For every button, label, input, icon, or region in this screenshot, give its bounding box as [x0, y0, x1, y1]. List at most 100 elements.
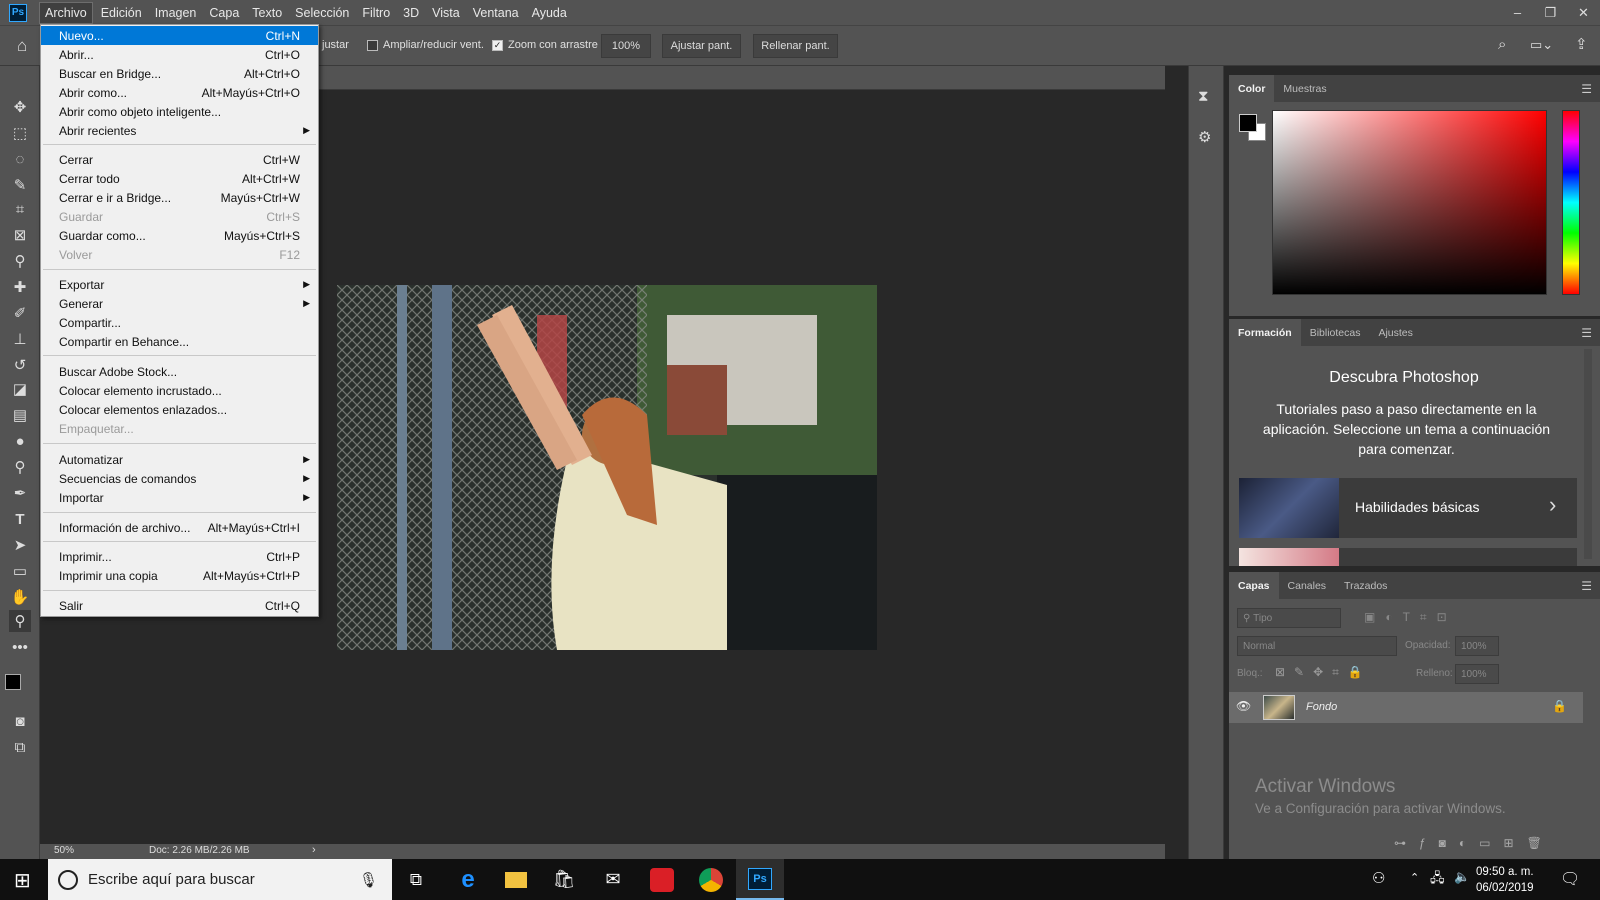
tab-ajustes[interactable]: Ajustes [1369, 319, 1421, 346]
menu-item-imprimir[interactable]: Imprimir... Ctrl+P [41, 547, 318, 566]
close-button[interactable]: ✕ [1567, 0, 1600, 25]
tutorial-card[interactable]: Habilidades básicas › [1239, 478, 1577, 538]
learn-scrollbar[interactable] [1584, 349, 1592, 559]
menu-item-cerrar-ir-bridge[interactable]: Cerrar e ir a Bridge... Mayús+Ctrl+W [41, 188, 318, 207]
tab-capas[interactable]: Capas [1229, 572, 1279, 599]
menu-ayuda[interactable]: Ayuda [527, 3, 572, 23]
chrome-icon[interactable] [687, 859, 735, 900]
menu-texto[interactable]: Texto [247, 3, 287, 23]
creative-cloud-icon[interactable] [638, 859, 686, 900]
menu-item-abrir-recientes[interactable]: Abrir recientes ▶ [41, 121, 318, 140]
gradient-tool-icon[interactable]: ▤ [9, 404, 31, 426]
volume-muted-icon[interactable]: 🔈 [1454, 869, 1470, 885]
properties-panel-icon[interactable]: ⚙ [1198, 128, 1211, 146]
menu-filtro[interactable]: Filtro [357, 3, 395, 23]
menu-item-guardar[interactable]: Guardar Ctrl+S [41, 207, 318, 226]
fill-screen-button[interactable]: Rellenar pant. [753, 34, 838, 58]
menu-item-cerrar[interactable]: Cerrar Ctrl+W [41, 150, 318, 169]
blur-tool-icon[interactable]: ● [9, 430, 31, 452]
scrubby-zoom-checkbox[interactable]: ✓ Zoom con arrastre [492, 39, 598, 51]
healing-tool-icon[interactable]: ✚ [9, 276, 31, 298]
tab-bibliotecas[interactable]: Bibliotecas [1301, 319, 1370, 346]
hand-tool-icon[interactable]: ✋ [9, 586, 31, 608]
menu-item-abrir-objeto-inteligente[interactable]: Abrir como objeto inteligente... [41, 102, 318, 121]
zoom-tool-icon[interactable]: ⚲ [9, 610, 31, 632]
status-menu-arrow-icon[interactable]: › [312, 844, 316, 856]
windows-start-icon[interactable]: ⊞ [14, 868, 31, 893]
people-icon[interactable]: ⚇ [1372, 869, 1385, 887]
type-tool-icon[interactable]: T [9, 508, 31, 530]
menu-item-salir[interactable]: Salir Ctrl+Q [41, 596, 318, 615]
opacity-input[interactable]: 100% [1455, 636, 1499, 656]
clock[interactable]: 09:50 a. m. 06/02/2019 [1476, 864, 1534, 896]
menu-item-secuencias[interactable]: Secuencias de comandos ▶ [41, 469, 318, 488]
menu-item-buscar-bridge[interactable]: Buscar en Bridge... Alt+Ctrl+O [41, 64, 318, 83]
taskbar-search-box[interactable]: Escribe aquí para buscar 🎙 [48, 859, 392, 900]
notifications-icon[interactable]: 🗨 [1560, 869, 1580, 889]
menu-item-volver[interactable]: Volver F12 [41, 245, 318, 264]
eyedropper-tool-icon[interactable]: ⚲ [9, 250, 31, 272]
more-tools-icon[interactable]: ••• [9, 636, 31, 658]
tab-formacion[interactable]: Formación [1229, 319, 1301, 346]
frame-tool-icon[interactable]: ⊠ [9, 224, 31, 246]
panel-menu-icon[interactable]: ☰ [1581, 82, 1592, 96]
menu-item-compartir[interactable]: Compartir... [41, 313, 318, 332]
zoom-level[interactable]: 50% [54, 845, 74, 856]
panel-menu-icon[interactable]: ☰ [1581, 579, 1592, 593]
menu-item-empaquetar[interactable]: Empaquetar... [41, 419, 318, 438]
history-panel-icon[interactable]: ⧗ [1198, 88, 1209, 105]
screen-mode-icon[interactable]: ⧉ [9, 736, 31, 758]
menu-item-generar[interactable]: Generar ▶ [41, 294, 318, 313]
menu-item-abrir-como[interactable]: Abrir como... Alt+Mayús+Ctrl+O [41, 83, 318, 102]
microphone-icon[interactable]: 🎙 [359, 871, 378, 889]
layer-filter-icons[interactable]: ▣◐T⌗⊡ [1364, 610, 1457, 625]
photoshop-taskbar-icon[interactable]: Ps [736, 859, 784, 900]
history-brush-tool-icon[interactable]: ↺ [9, 354, 31, 376]
menu-item-guardar-como[interactable]: Guardar como... Mayús+Ctrl+S [41, 226, 318, 245]
mail-icon[interactable]: ✉ [589, 859, 637, 900]
menu-item-colocar-incrustado[interactable]: Colocar elemento incrustado... [41, 381, 318, 400]
share-icon[interactable]: ⇪ [1575, 35, 1588, 53]
menu-item-automatizar[interactable]: Automatizar ▶ [41, 450, 318, 469]
tab-canales[interactable]: Canales [1279, 572, 1336, 599]
marquee-tool-icon[interactable]: ⬚ [9, 122, 31, 144]
menu-item-colocar-enlazados[interactable]: Colocar elementos enlazados... [41, 400, 318, 419]
path-select-tool-icon[interactable]: ➤ [9, 534, 31, 556]
fg-color-swatch[interactable] [1239, 114, 1257, 132]
restore-button[interactable]: ❐ [1534, 0, 1567, 25]
menu-item-informacion-archivo[interactable]: Información de archivo... Alt+Mayús+Ctrl+… [41, 518, 318, 537]
zoom-100-button[interactable]: 100% [601, 34, 651, 58]
blend-mode-select[interactable]: Normal [1237, 636, 1397, 656]
menu-3d[interactable]: 3D [398, 3, 424, 23]
store-icon[interactable]: 🛍 [540, 859, 588, 900]
lasso-tool-icon[interactable]: ◌ [9, 148, 31, 170]
brush-tool-icon[interactable]: ✐ [9, 302, 31, 324]
search-icon[interactable]: ⌕ [1498, 36, 1506, 53]
menu-imagen[interactable]: Imagen [150, 3, 202, 23]
menu-item-cerrar-todo[interactable]: Cerrar todo Alt+Ctrl+W [41, 169, 318, 188]
quick-mask-icon[interactable]: ◙ [9, 710, 31, 732]
rectangle-tool-icon[interactable]: ▭ [9, 560, 31, 582]
task-view-icon[interactable]: ⧉ [392, 859, 440, 900]
hue-slider[interactable] [1562, 110, 1580, 295]
move-tool-icon[interactable]: ✥ [9, 96, 31, 118]
menu-ventana[interactable]: Ventana [468, 3, 524, 23]
eraser-tool-icon[interactable]: ◪ [9, 378, 31, 400]
tray-chevron-icon[interactable]: ⌃ [1410, 871, 1419, 884]
lock-icons[interactable]: ⊠✎✥⌗🔒 [1275, 665, 1372, 680]
menu-item-importar[interactable]: Importar ▶ [41, 488, 318, 507]
crop-tool-icon[interactable]: ⌗ [9, 198, 31, 220]
tab-trazados[interactable]: Trazados [1335, 572, 1396, 599]
fill-input[interactable]: 100% [1455, 664, 1499, 684]
stamp-tool-icon[interactable]: ⊥ [9, 328, 31, 350]
menu-item-nuevo[interactable]: Nuevo... Ctrl+N [41, 26, 318, 45]
tab-color[interactable]: Color [1229, 75, 1275, 102]
menu-item-imprimir-copia[interactable]: Imprimir una copia Alt+Mayús+Ctrl+P [41, 566, 318, 585]
file-explorer-icon[interactable] [492, 859, 540, 900]
fit-screen-button[interactable]: Ajustar pant. [662, 34, 741, 58]
home-icon[interactable]: ⌂ [17, 36, 27, 56]
pen-tool-icon[interactable]: ✒ [9, 482, 31, 504]
menu-archivo[interactable]: Archivo [39, 1, 93, 24]
layer-row-fondo[interactable]: 👁 Fondo 🔒 [1229, 692, 1583, 723]
dodge-tool-icon[interactable]: ⚲ [9, 456, 31, 478]
